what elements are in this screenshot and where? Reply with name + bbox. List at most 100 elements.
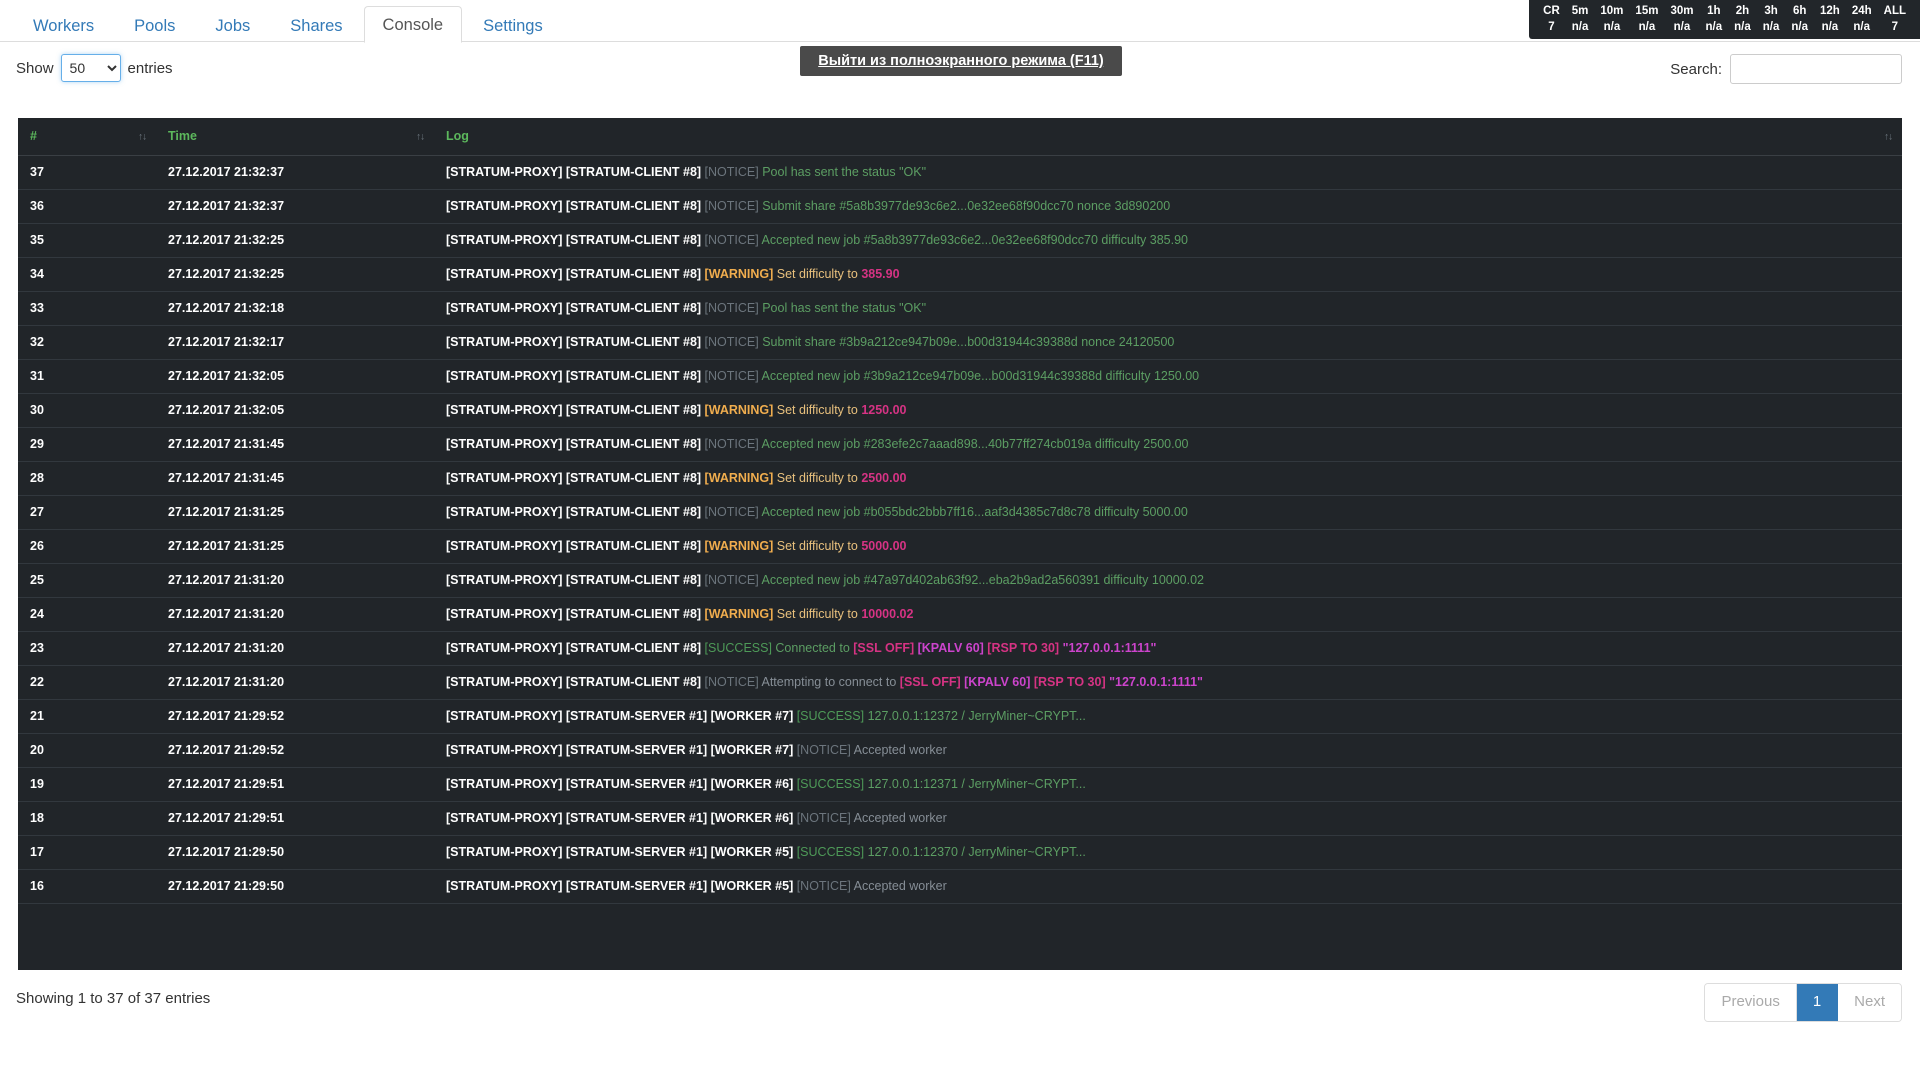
table-row[interactable]: 24 27.12.2017 21:31:20 [STRATUM-PROXY] [ST…	[18, 597, 1902, 632]
log-segment: [STRATUM-PROXY] [STRATUM-CLIENT #8]	[446, 233, 705, 247]
page-length-select[interactable]: 102550100	[60, 54, 121, 82]
cell-log: [STRATUM-PROXY] [STRATUM-CLIENT #8] [NOT…	[434, 223, 1902, 258]
table-row[interactable]: 33 27.12.2017 21:32:18 [STRATUM-PROXY] [ST…	[18, 291, 1902, 326]
log-rows: 37 27.12.2017 21:32:37 [STRATUM-PROXY] [ST…	[18, 156, 1902, 904]
pagination-previous[interactable]: Previous	[1705, 984, 1797, 1021]
table-row[interactable]: 36 27.12.2017 21:32:37 [STRATUM-PROXY] [ST…	[18, 189, 1902, 224]
table-row[interactable]: 19 27.12.2017 21:29:51 [STRATUM-PROXY] [ST…	[18, 767, 1902, 802]
exit-fullscreen-toast-text: Выйти из полноэкранного режима (F11)	[818, 53, 1104, 69]
cell-log: [STRATUM-PROXY] [STRATUM-SERVER #1] [WOR…	[434, 835, 1902, 870]
nav-tab-settings[interactable]: Settings	[464, 7, 562, 44]
nav-tab-shares[interactable]: Shares	[271, 7, 361, 44]
mini-stats-value-10: n/a	[1853, 21, 1871, 33]
mini-stats-value-8: n/a	[1791, 21, 1808, 33]
nav-tab-jobs[interactable]: Jobs	[196, 7, 269, 44]
table-row[interactable]: 26 27.12.2017 21:31:25 [STRATUM-PROXY] [ST…	[18, 529, 1902, 564]
column-header-log[interactable]: Log ↑↓	[434, 118, 1902, 156]
log-segment: "127.0.0.1:1111"	[1062, 641, 1157, 655]
cell-time: 27.12.2017 21:32:37	[156, 189, 434, 224]
nav-tab-pools[interactable]: Pools	[115, 7, 194, 44]
table-row[interactable]: 34 27.12.2017 21:32:25 [STRATUM-PROXY] [ST…	[18, 257, 1902, 292]
cell-number: 31	[18, 359, 156, 394]
table-row[interactable]: 35 27.12.2017 21:32:25 [STRATUM-PROXY] [ST…	[18, 223, 1902, 258]
mini-stats-value-2: n/a	[1603, 21, 1621, 33]
log-segment: [NOTICE]	[796, 743, 854, 757]
log-segment: Accepted worker	[853, 743, 947, 757]
cell-time: 27.12.2017 21:32:05	[156, 393, 434, 428]
log-segment: [STRATUM-PROXY] [STRATUM-CLIENT #8]	[446, 641, 705, 655]
cell-log: [STRATUM-PROXY] [STRATUM-CLIENT #8] [NOT…	[434, 325, 1902, 360]
column-header-time[interactable]: Time ↑↓	[156, 118, 434, 156]
log-segment: [NOTICE]	[704, 573, 762, 587]
cell-log: [STRATUM-PROXY] [STRATUM-CLIENT #8] [SUC…	[434, 631, 1902, 666]
log-segment: [NOTICE]	[704, 437, 762, 451]
cell-time: 27.12.2017 21:31:25	[156, 495, 434, 530]
column-header-number[interactable]: # ↑↓	[18, 118, 156, 156]
table-row[interactable]: 17 27.12.2017 21:29:50 [STRATUM-PROXY] [ST…	[18, 835, 1902, 870]
table-row[interactable]: 29 27.12.2017 21:31:45 [STRATUM-PROXY] [ST…	[18, 427, 1902, 462]
cell-number: 27	[18, 495, 156, 530]
log-segment: [WARNING]	[704, 267, 777, 281]
log-segment: [STRATUM-PROXY] [STRATUM-SERVER #1] [WOR…	[446, 879, 797, 893]
table-header-row: # ↑↓ Time ↑↓ Log ↑↓	[18, 118, 1902, 156]
table-row[interactable]: 30 27.12.2017 21:32:05 [STRATUM-PROXY] [ST…	[18, 393, 1902, 428]
cell-log: [STRATUM-PROXY] [STRATUM-SERVER #1] [WOR…	[434, 699, 1902, 734]
log-table-scroll-area[interactable]: 37 27.12.2017 21:32:37 [STRATUM-PROXY] [ST…	[18, 156, 1902, 970]
cell-log: [STRATUM-PROXY] [STRATUM-CLIENT #8] [NOT…	[434, 563, 1902, 598]
console-log-table-header: # ↑↓ Time ↑↓ Log ↑↓	[18, 118, 1902, 156]
mini-stats-header-cr: CR	[1543, 5, 1560, 17]
cell-time: 27.12.2017 21:32:37	[156, 156, 434, 190]
log-segment: 385.90	[861, 267, 900, 281]
log-segment: Accepted worker	[853, 879, 947, 893]
cell-number: 30	[18, 393, 156, 428]
table-row[interactable]: 22 27.12.2017 21:31:20 [STRATUM-PROXY] [ST…	[18, 665, 1902, 700]
table-row[interactable]: 37 27.12.2017 21:32:37 [STRATUM-PROXY] [ST…	[18, 156, 1902, 190]
nav-tab-workers[interactable]: Workers	[14, 7, 113, 44]
cell-log: [STRATUM-PROXY] [STRATUM-CLIENT #8] [NOT…	[434, 427, 1902, 462]
table-row[interactable]: 21 27.12.2017 21:29:52 [STRATUM-PROXY] [ST…	[18, 699, 1902, 734]
log-segment: [KPALV 60]	[964, 675, 1034, 689]
table-row[interactable]: 31 27.12.2017 21:32:05 [STRATUM-PROXY] [ST…	[18, 359, 1902, 394]
cell-time: 27.12.2017 21:32:25	[156, 223, 434, 258]
cell-number: 25	[18, 563, 156, 598]
cell-number: 37	[18, 156, 156, 190]
nav-tab-console[interactable]: Console	[363, 5, 463, 43]
table-row[interactable]: 20 27.12.2017 21:29:52 [STRATUM-PROXY] [ST…	[18, 733, 1902, 768]
cell-time: 27.12.2017 21:32:18	[156, 291, 434, 326]
pagination-next[interactable]: Next	[1838, 984, 1901, 1021]
table-row[interactable]: 18 27.12.2017 21:29:51 [STRATUM-PROXY] [ST…	[18, 801, 1902, 836]
cell-log: [STRATUM-PROXY] [STRATUM-CLIENT #8] [NOT…	[434, 291, 1902, 326]
pagination-page-1[interactable]: 1	[1796, 984, 1839, 1021]
sort-arrows-icon: ↑↓	[138, 131, 147, 142]
cell-log: [STRATUM-PROXY] [STRATUM-SERVER #1] [WOR…	[434, 733, 1902, 768]
mini-stats-table: CR 5m 10m 15m 30m 1h 2h 3h 6h 12h 24h ALL 7 n/a n/a n/…	[1537, 3, 1912, 35]
log-segment: "127.0.0.1:1111"	[1109, 675, 1203, 689]
cell-number: 19	[18, 767, 156, 802]
table-row[interactable]: 16 27.12.2017 21:29:50 [STRATUM-PROXY] [ST…	[18, 869, 1902, 904]
table-row[interactable]: 28 27.12.2017 21:31:45 [STRATUM-PROXY] [ST…	[18, 461, 1902, 496]
log-segment: [SSL OFF]	[853, 641, 918, 655]
log-segment: Pool has sent the status "OK"	[762, 301, 927, 315]
mini-stats-header-5m: 5m	[1571, 5, 1589, 17]
table-row[interactable]: 25 27.12.2017 21:31:20 [STRATUM-PROXY] [ST…	[18, 563, 1902, 598]
table-row[interactable]: 23 27.12.2017 21:31:20 [STRATUM-PROXY] [ST…	[18, 631, 1902, 666]
log-segment: Set difficulty to	[776, 403, 862, 417]
mini-stats-value-4: n/a	[1673, 21, 1691, 33]
cell-number: 16	[18, 869, 156, 904]
log-segment: [RSP TO 30]	[1033, 675, 1110, 689]
log-segment: [NOTICE]	[796, 879, 854, 893]
table-row[interactable]: 32 27.12.2017 21:32:17 [STRATUM-PROXY] [ST…	[18, 325, 1902, 360]
mini-stats-value-3: n/a	[1638, 21, 1656, 33]
cell-time: 27.12.2017 21:29:52	[156, 733, 434, 768]
table-row[interactable]: 27 27.12.2017 21:31:25 [STRATUM-PROXY] [ST…	[18, 495, 1902, 530]
log-segment: 127.0.0.1:12371 / JerryMiner~CRYPT...	[867, 777, 1086, 791]
log-segment: [STRATUM-PROXY] [STRATUM-CLIENT #8]	[446, 403, 705, 417]
cell-log: [STRATUM-PROXY] [STRATUM-CLIENT #8] [WAR…	[434, 461, 1902, 496]
cell-time: 27.12.2017 21:31:20	[156, 665, 434, 700]
log-segment: Submit share #5a8b3977de93c6e2...0e32ee6…	[762, 199, 1171, 213]
top-navigation-bar: Workers Pools Jobs Shares Console Settings CR…	[0, 0, 1920, 44]
search-input[interactable]	[1730, 54, 1902, 84]
log-segment: Accepted worker	[853, 811, 947, 825]
mini-stats-value-row: 7 n/a n/a n/a n/a n/a n/a n/a n/a n/a n/a 7	[1537, 19, 1912, 35]
log-segment: [STRATUM-PROXY] [STRATUM-CLIENT #8]	[446, 335, 705, 349]
